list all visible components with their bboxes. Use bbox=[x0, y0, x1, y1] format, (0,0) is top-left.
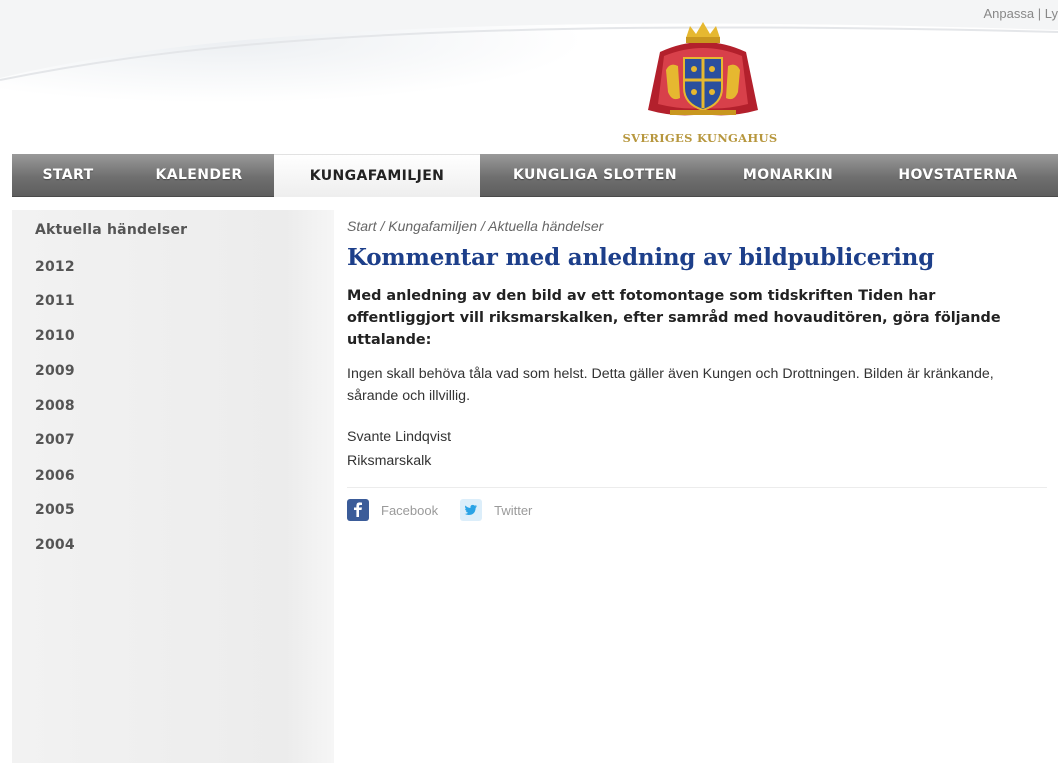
nav-kalender[interactable]: KALENDER bbox=[124, 154, 274, 196]
header-swoosh bbox=[0, 0, 1058, 81]
sidebar-item-2007[interactable]: 2007 bbox=[35, 432, 75, 448]
twitter-share-button[interactable]: Twitter bbox=[460, 499, 532, 521]
twitter-icon bbox=[460, 499, 483, 521]
top-links: Anpassa | Ly bbox=[984, 6, 1058, 21]
sidebar-item-2009[interactable]: 2009 bbox=[35, 363, 75, 379]
body-paragraph: Ingen skall behöva tåla vad som helst. D… bbox=[347, 366, 994, 404]
sidebar-item-2011[interactable]: 2011 bbox=[35, 293, 75, 309]
sidebar-item-2012[interactable]: 2012 bbox=[35, 259, 75, 275]
logo-text[interactable]: SVERIGES KUNGAHUS bbox=[600, 131, 800, 145]
breadcrumb: Start / Kungafamiljen / Aktuella händels… bbox=[347, 218, 1047, 234]
sidebar-item-2004[interactable]: 2004 bbox=[35, 537, 75, 553]
facebook-label: Facebook bbox=[381, 502, 439, 518]
sidebar-item-2008[interactable]: 2008 bbox=[35, 398, 75, 414]
breadcrumb-separator: / bbox=[376, 218, 389, 234]
divider bbox=[347, 487, 1047, 488]
sidebar: Aktuella händelser 2012 2011 2010 2009 2… bbox=[12, 210, 334, 763]
sidebar-item-2005[interactable]: 2005 bbox=[35, 502, 75, 518]
breadcrumb-kungafamiljen[interactable]: Kungafamiljen bbox=[388, 218, 477, 234]
royal-crest-logo[interactable] bbox=[640, 18, 766, 122]
customize-link[interactable]: Anpassa bbox=[984, 6, 1035, 21]
nav-kungliga-slotten[interactable]: KUNGLIGA SLOTTEN bbox=[480, 154, 710, 196]
signature-name: Svante Lindqvist bbox=[347, 429, 452, 445]
facebook-share-button[interactable]: Facebook bbox=[347, 499, 438, 521]
breadcrumb-separator: / bbox=[476, 218, 489, 234]
signature-role: Riksmarskalk bbox=[347, 453, 432, 469]
breadcrumb-current: Aktuella händelser bbox=[488, 218, 604, 234]
nav-hovstaterna[interactable]: HOVSTATERNA bbox=[866, 154, 1050, 196]
nav-monarkin[interactable]: MONARKIN bbox=[710, 154, 866, 196]
main-content: Start / Kungafamiljen / Aktuella händels… bbox=[347, 218, 1047, 522]
nav-start[interactable]: START bbox=[12, 154, 124, 196]
listen-link[interactable]: Ly bbox=[1045, 6, 1058, 21]
lead-paragraph: Med anledning av den bild av ett fotomon… bbox=[347, 288, 1001, 348]
share-bar: Facebook Twitter bbox=[347, 498, 1047, 522]
breadcrumb-start[interactable]: Start bbox=[347, 218, 377, 234]
sidebar-item-2010[interactable]: 2010 bbox=[35, 328, 75, 344]
nav-kungafamiljen[interactable]: KUNGAFAMILJEN bbox=[274, 154, 480, 197]
facebook-icon bbox=[347, 499, 369, 521]
sidebar-item-aktuella-handelser[interactable]: Aktuella händelser bbox=[35, 222, 187, 238]
top-links-separator: | bbox=[1037, 6, 1042, 21]
main-navigation: START KALENDER KUNGAFAMILJEN KUNGLIGA SL… bbox=[12, 154, 1058, 197]
sidebar-item-2006[interactable]: 2006 bbox=[35, 468, 75, 484]
signature: Svante Lindqvist Riksmarskalk bbox=[347, 425, 1047, 473]
page-title: Kommentar med anledning av bildpubliceri… bbox=[347, 244, 935, 271]
twitter-label: Twitter bbox=[494, 502, 533, 518]
